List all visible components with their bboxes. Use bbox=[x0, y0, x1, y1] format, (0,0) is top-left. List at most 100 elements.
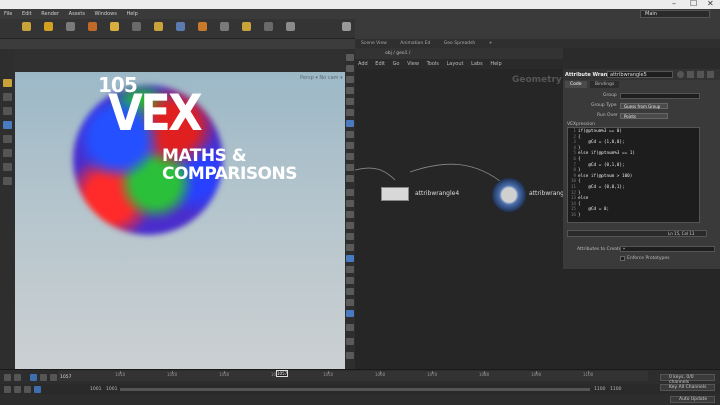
keys-icon[interactable] bbox=[14, 386, 21, 393]
range-end-field[interactable]: 1100 bbox=[594, 387, 605, 392]
viewport-camera-menu[interactable]: Persp ▾ No cam ▾ bbox=[300, 75, 343, 81]
display-option-icon[interactable] bbox=[346, 200, 354, 207]
display-option-icon[interactable] bbox=[346, 310, 354, 317]
tab-code[interactable]: Code bbox=[565, 81, 587, 88]
shelf-tool-icon[interactable] bbox=[88, 22, 97, 31]
net-menu-go[interactable]: Go bbox=[390, 59, 403, 67]
display-option-icon[interactable] bbox=[346, 266, 354, 273]
display-option-icon[interactable] bbox=[346, 255, 354, 262]
realtime-icon[interactable] bbox=[24, 386, 31, 393]
shelf-tool-icon[interactable] bbox=[132, 22, 141, 31]
network-path[interactable]: obj / geo1 / bbox=[385, 51, 410, 56]
step-forward-icon[interactable] bbox=[40, 374, 47, 381]
display-option-icon[interactable] bbox=[346, 288, 354, 295]
group-type-dropdown[interactable]: Guess from Group bbox=[620, 103, 668, 109]
range-end-field-2[interactable]: 1100 bbox=[610, 387, 621, 392]
range-slider[interactable] bbox=[120, 388, 590, 391]
help-icon[interactable] bbox=[687, 71, 694, 78]
display-option-icon[interactable] bbox=[346, 164, 354, 171]
display-option-icon[interactable] bbox=[346, 131, 354, 138]
shelf-tool-icon[interactable] bbox=[154, 22, 163, 31]
attrs-to-create-field[interactable]: * bbox=[620, 246, 715, 252]
view-tool-icon[interactable] bbox=[3, 163, 12, 171]
display-option-icon[interactable] bbox=[346, 65, 354, 72]
code-line[interactable]: 16} bbox=[568, 213, 699, 219]
range-start-field-2[interactable]: 1001 bbox=[106, 387, 117, 392]
menu-render[interactable]: Render bbox=[37, 9, 63, 17]
net-menu-layout[interactable]: Layout bbox=[443, 59, 466, 67]
display-option-icon[interactable] bbox=[346, 109, 354, 116]
menu-edit[interactable]: Edit bbox=[18, 9, 36, 17]
audio-icon[interactable] bbox=[4, 386, 11, 393]
node-attribwrangle4[interactable] bbox=[381, 187, 409, 201]
shelf-tool-icon[interactable] bbox=[110, 22, 119, 31]
shelf-tool-icon[interactable] bbox=[66, 22, 75, 31]
rotate-tool-icon[interactable] bbox=[3, 107, 12, 115]
close-icon[interactable]: ✕ bbox=[707, 0, 714, 8]
net-menu-help[interactable]: Help bbox=[487, 59, 504, 67]
display-option-icon[interactable] bbox=[346, 211, 354, 218]
shelf-tool-icon[interactable] bbox=[198, 22, 207, 31]
net-menu-edit[interactable]: Edit bbox=[372, 59, 388, 67]
timeline-ruler[interactable]: 1010102010301040105010601070108010901100 bbox=[58, 371, 648, 381]
step-back-icon[interactable] bbox=[14, 374, 21, 381]
display-option-icon[interactable] bbox=[346, 98, 354, 105]
shelf-tool-icon[interactable] bbox=[220, 22, 229, 31]
keys-channels-status[interactable]: 0 keys, 0/0 channels bbox=[660, 374, 715, 385]
display-option-icon[interactable] bbox=[346, 352, 354, 359]
pose-tool-icon[interactable] bbox=[3, 149, 12, 157]
tab-animation-editor[interactable]: Animation Ed bbox=[394, 39, 436, 46]
display-option-icon[interactable] bbox=[346, 142, 354, 149]
menu-assets[interactable]: Assets bbox=[65, 9, 89, 17]
display-option-icon[interactable] bbox=[346, 324, 354, 331]
tab-geometry-spreadsheet[interactable]: Geo Spreadsh bbox=[438, 39, 481, 46]
handle-tool-icon[interactable] bbox=[3, 135, 12, 143]
shelf-tool-icon[interactable] bbox=[44, 22, 53, 31]
key-all-channels-button[interactable]: Key All Channels bbox=[660, 384, 715, 391]
maximize-icon[interactable]: ☐ bbox=[690, 0, 697, 8]
tab-scene-view[interactable]: Scene View bbox=[355, 39, 393, 46]
search-icon[interactable] bbox=[697, 71, 704, 78]
shelf-tool-icon[interactable] bbox=[176, 22, 185, 31]
display-option-icon[interactable] bbox=[346, 299, 354, 306]
net-menu-add[interactable]: Add bbox=[355, 59, 371, 67]
shelf-tool-icon[interactable] bbox=[242, 22, 251, 31]
desktop-selector[interactable]: Main bbox=[640, 10, 710, 18]
run-over-dropdown[interactable]: Points bbox=[620, 113, 668, 119]
display-option-icon[interactable] bbox=[346, 338, 354, 345]
shelf-tool-icon[interactable] bbox=[286, 22, 295, 31]
shelf-tool-icon[interactable] bbox=[264, 22, 273, 31]
current-frame-field[interactable]: 1057 bbox=[60, 375, 71, 380]
display-option-icon[interactable] bbox=[346, 222, 354, 229]
range-start-field[interactable]: 1001 bbox=[90, 387, 101, 392]
vex-code-editor[interactable]: 1 if(@ptnum%3 == 0) 2{3 @Cd = {1,0,0}; 4} 5 e… bbox=[567, 127, 700, 223]
select-tool-icon[interactable] bbox=[3, 79, 12, 87]
display-option-icon[interactable] bbox=[346, 120, 354, 127]
node-attribwrangle5-selected[interactable] bbox=[492, 178, 526, 212]
tab-bindings[interactable]: Bindings bbox=[589, 81, 620, 88]
go-start-icon[interactable] bbox=[4, 374, 11, 381]
group-field[interactable] bbox=[620, 93, 700, 99]
net-menu-view[interactable]: View bbox=[404, 59, 422, 67]
gear-icon[interactable] bbox=[677, 71, 684, 78]
add-tab-button[interactable]: + bbox=[483, 39, 499, 46]
display-option-icon[interactable] bbox=[346, 244, 354, 251]
menu-file[interactable]: File bbox=[0, 9, 16, 17]
display-option-icon[interactable] bbox=[346, 175, 354, 182]
auto-update-button[interactable]: Auto Update bbox=[670, 396, 715, 403]
brush-tool-icon[interactable] bbox=[3, 177, 12, 185]
display-option-icon[interactable] bbox=[346, 87, 354, 94]
display-option-icon[interactable] bbox=[346, 54, 354, 61]
loop-icon[interactable] bbox=[34, 386, 41, 393]
menu-help[interactable]: Help bbox=[122, 9, 141, 17]
node-name-field[interactable]: attribwrangle5 bbox=[607, 71, 673, 78]
go-end-icon[interactable] bbox=[50, 374, 57, 381]
play-icon[interactable] bbox=[30, 374, 37, 381]
scale-tool-icon[interactable] bbox=[3, 121, 12, 129]
enforce-prototypes-checkbox[interactable] bbox=[620, 256, 625, 261]
display-option-icon[interactable] bbox=[346, 153, 354, 160]
display-option-icon[interactable] bbox=[346, 76, 354, 83]
net-menu-tools[interactable]: Tools bbox=[424, 59, 442, 67]
shelf-tool-icon[interactable] bbox=[22, 22, 31, 31]
move-tool-icon[interactable] bbox=[3, 93, 12, 101]
